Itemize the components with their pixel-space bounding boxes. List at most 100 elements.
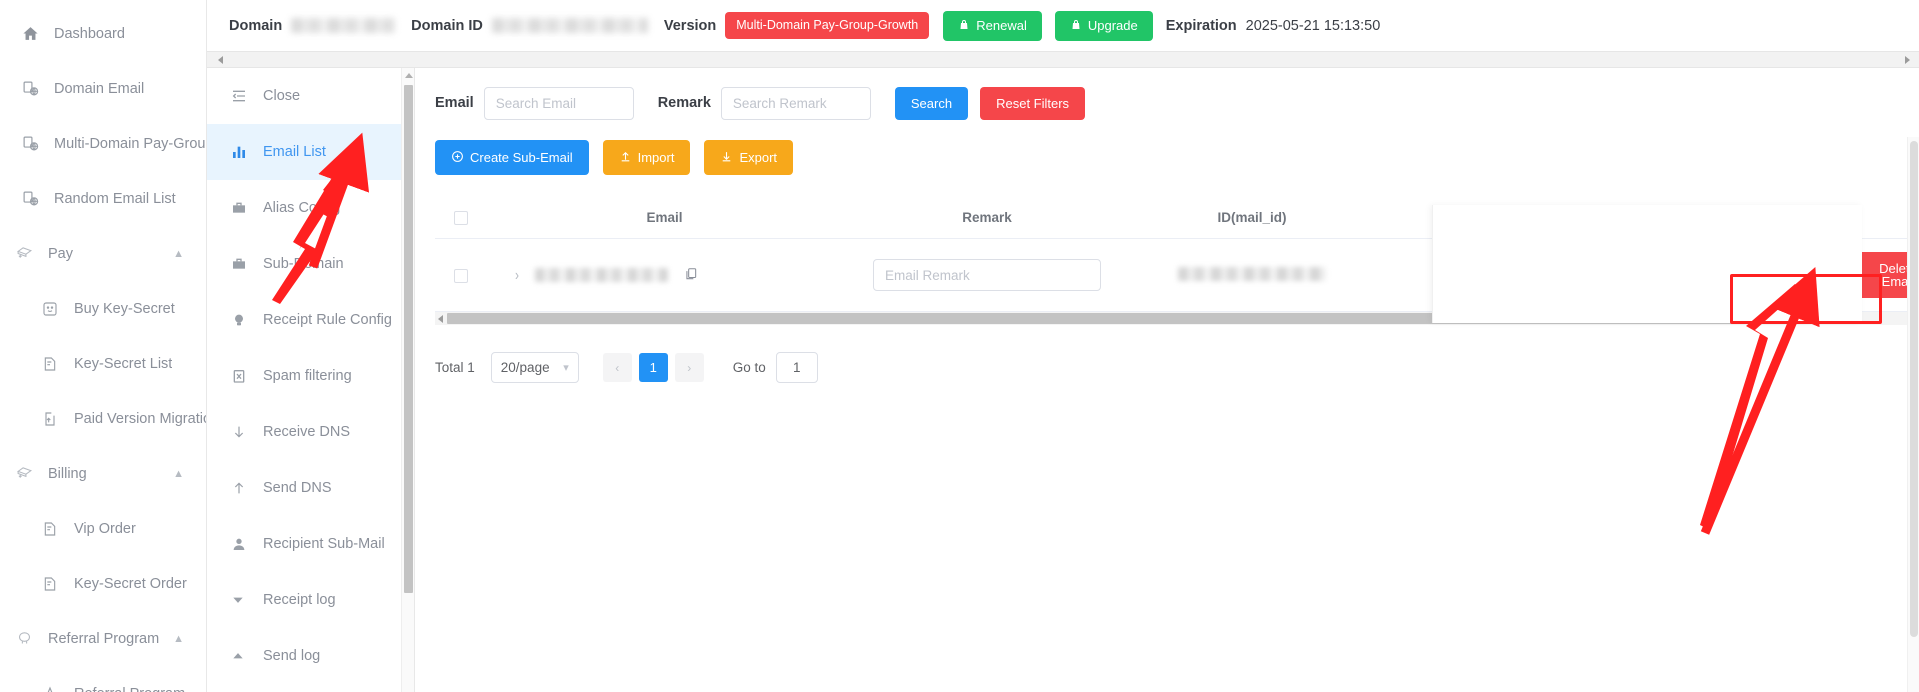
sidebar-item-buy-key-secret[interactable]: Buy Key-Secret [0, 281, 206, 336]
sticky-manage-column [1432, 205, 1862, 323]
sidebar-label: Key-Secret Order [74, 575, 187, 592]
toolbar: Create Sub-Email Import Export [435, 140, 1919, 175]
chevron-up-icon[interactable]: ▲ [173, 248, 184, 260]
sidebar-item-paid-version-migration[interactable]: Paid Version Migration [0, 391, 206, 446]
sub-menu-item-sub-domain[interactable]: Sub-Domain [207, 236, 414, 292]
sidebar-item-random-email-list[interactable]: Random Email List [0, 171, 206, 226]
sub-menu-item-receipt-rule-config[interactable]: Receipt Rule Config [207, 292, 414, 348]
sub-menu-item-send-dns[interactable]: Send DNS [207, 460, 414, 516]
upgrade-label: Upgrade [1087, 18, 1138, 33]
upload-icon [619, 150, 632, 165]
create-sub-email-button[interactable]: Create Sub-Email [435, 140, 589, 175]
reset-filters-button[interactable]: Reset Filters [980, 86, 1086, 120]
vip-order-icon [42, 520, 64, 538]
arrow-down-icon [231, 424, 252, 440]
chevron-up-icon[interactable]: ▲ [173, 633, 184, 645]
domain-header: Domain Domain ID Version Multi-Domain Pa… [207, 0, 1919, 51]
domain-email-icon [22, 80, 44, 98]
collapse-left-icon[interactable] [218, 55, 223, 64]
row-checkbox[interactable] [454, 269, 468, 284]
briefcase-icon [231, 256, 252, 272]
collapse-right-icon[interactable] [1905, 55, 1910, 64]
expiration-label: Expiration [1165, 17, 1237, 34]
sidebar-item-dashboard[interactable]: Dashboard [0, 6, 206, 61]
row-email-cell: › [487, 238, 842, 313]
search-remark-input[interactable] [720, 86, 871, 120]
sidebar-item-multi-domain-pay-group[interactable]: Multi-Domain Pay-Group [0, 116, 206, 171]
export-button[interactable]: Export [704, 140, 794, 175]
referral-icon [16, 630, 38, 648]
sidebar-item-domain-email[interactable]: Domain Email [0, 61, 206, 116]
sub-menu-label: Send DNS [263, 480, 332, 496]
collapse-menu-icon [231, 88, 252, 104]
buy-key-icon [42, 300, 64, 318]
sidebar-item-referral-program[interactable]: Referral Program [0, 666, 206, 692]
sidebar-item-key-secret-order[interactable]: Key-Secret Order [0, 556, 206, 611]
version-badge[interactable]: Multi-Domain Pay-Group-Growth [725, 12, 930, 39]
briefcase-icon [231, 200, 252, 216]
goto-page-input[interactable] [775, 352, 818, 384]
sidebar-label: Buy Key-Secret [74, 300, 175, 317]
select-all-checkbox[interactable] [454, 211, 468, 226]
plus-circle-icon [451, 150, 464, 165]
sub-menu-item-spam-filtering[interactable]: Spam filtering [207, 348, 414, 404]
copy-icon[interactable] [684, 267, 698, 284]
create-sub-email-label: Create Sub-Email [470, 150, 573, 165]
scroll-up-icon[interactable] [405, 73, 413, 78]
next-page-button[interactable]: › [674, 353, 704, 383]
sub-menu-item-email-list[interactable]: Email List [207, 124, 414, 180]
key-list-icon [42, 355, 64, 373]
migration-icon [42, 410, 64, 428]
prev-page-button[interactable]: ‹ [602, 353, 632, 383]
chevron-up-icon[interactable]: ▲ [173, 468, 184, 480]
sidebar-group-referral-program[interactable]: Referral Program ▲ [0, 611, 206, 666]
email-value-redacted [535, 268, 668, 283]
sub-menu-item-send-log[interactable]: Send log [207, 628, 414, 684]
domain-label: Domain [229, 17, 283, 34]
scroll-left-icon[interactable] [438, 314, 443, 323]
scrollbar-thumb[interactable] [404, 85, 413, 593]
sub-menu-label: Receipt Rule Config [263, 312, 392, 328]
sidebar-label: Key-Secret List [74, 355, 173, 372]
expiration-value: 2025-05-21 15:13:50 [1245, 17, 1381, 34]
row-select-cell [435, 238, 487, 313]
renewal-button[interactable]: Renewal [943, 10, 1042, 41]
page-number-1[interactable]: 1 [638, 353, 668, 383]
page-size-value: 20/page [500, 360, 550, 376]
page-scrollbar[interactable] [1907, 137, 1919, 692]
page-scrollbar-thumb[interactable] [1910, 141, 1918, 637]
pagination: Total 1 20/page ▾ ‹ 1 › Go to [435, 352, 1919, 384]
sidebar-label: Random Email List [54, 190, 176, 207]
email-filter-label: Email [435, 95, 474, 111]
home-icon [22, 25, 44, 43]
sub-menu-scrollbar[interactable] [401, 68, 414, 692]
import-button[interactable]: Import [602, 140, 691, 175]
sidebar-group-pay[interactable]: Pay ▲ [0, 226, 206, 281]
email-list-panel: Email Remark Search Reset Filters Create… [415, 68, 1919, 692]
upgrade-button[interactable]: Upgrade [1054, 10, 1153, 41]
sidebar-item-vip-order[interactable]: Vip Order [0, 501, 206, 556]
sub-menu-item-alias-config[interactable]: Alias Config [207, 180, 414, 236]
sub-menu-label: Recipient Sub-Mail [263, 536, 385, 552]
sub-menu-label: Receive DNS [263, 424, 351, 440]
search-button[interactable]: Search [894, 86, 969, 120]
expand-row-icon[interactable]: › [515, 266, 519, 284]
sidebar-label: Multi-Domain Pay-Group [54, 135, 206, 152]
key-order-icon [42, 575, 64, 593]
sub-menu-item-receive-dns[interactable]: Receive DNS [207, 404, 414, 460]
goto-label: Go to [732, 360, 766, 376]
sub-menu-label: Close [263, 88, 301, 104]
search-email-input[interactable] [483, 86, 634, 120]
version-label: Version [663, 17, 717, 34]
email-remark-input[interactable] [873, 259, 1101, 292]
sub-menu-item-receipt-log[interactable]: Receipt log [207, 572, 414, 628]
sub-menu-item-close[interactable]: Close [207, 68, 414, 124]
page-size-select[interactable]: 20/page ▾ [490, 352, 579, 384]
sidebar-group-billing[interactable]: Billing ▲ [0, 446, 206, 501]
sub-menu-label: Email List [263, 144, 326, 160]
sub-menu-item-recipient-sub-mail[interactable]: Recipient Sub-Mail [207, 516, 414, 572]
sidebar-item-key-secret-list[interactable]: Key-Secret List [0, 336, 206, 391]
sub-menu-label: Spam filtering [263, 368, 352, 384]
chevron-left-icon: ‹ [615, 360, 620, 375]
export-label: Export [739, 150, 778, 165]
